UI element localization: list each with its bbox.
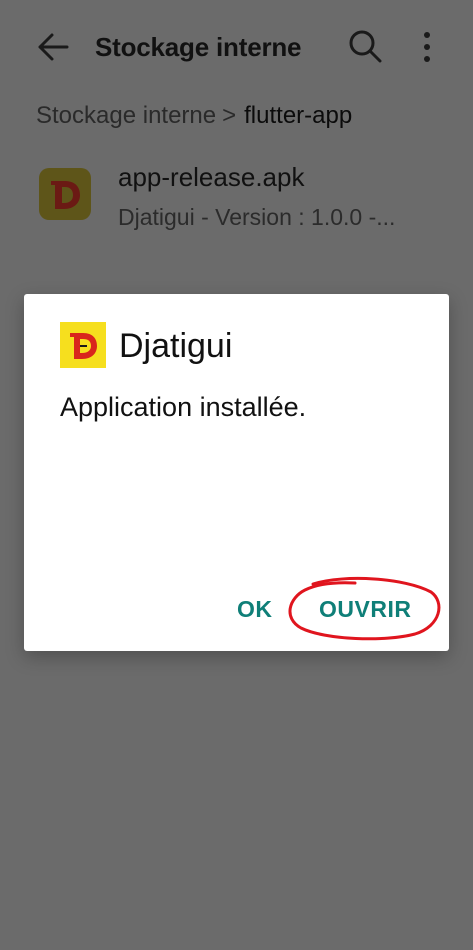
back-arrow-icon[interactable]	[36, 30, 70, 64]
file-meta: Djatigui - Version : 1.0.0 -...	[118, 204, 396, 230]
dialog-title: Djatigui	[119, 327, 233, 365]
ok-button[interactable]: OK	[237, 594, 273, 624]
breadcrumb-separator: >	[222, 102, 237, 129]
more-vert-icon[interactable]	[414, 30, 440, 64]
app-bar: Stockage interne	[0, 0, 473, 95]
install-dialog: Djatigui Application installée. OK OUVRI…	[24, 294, 449, 651]
app-logo-icon	[39, 168, 91, 220]
search-icon[interactable]	[347, 28, 383, 64]
page-title: Stockage interne	[95, 32, 302, 62]
open-button[interactable]: OUVRIR	[319, 594, 411, 624]
file-list-item[interactable]: app-release.apk Djatigui - Version : 1.0…	[0, 150, 473, 250]
breadcrumb-current[interactable]: flutter-app	[244, 102, 352, 129]
file-name: app-release.apk	[118, 162, 305, 192]
dialog-message: Application installée.	[60, 392, 307, 422]
breadcrumb-root[interactable]: Stockage interne	[36, 102, 216, 129]
breadcrumb: Stockage interne > flutter-app	[36, 100, 352, 132]
app-logo-icon	[60, 322, 106, 368]
